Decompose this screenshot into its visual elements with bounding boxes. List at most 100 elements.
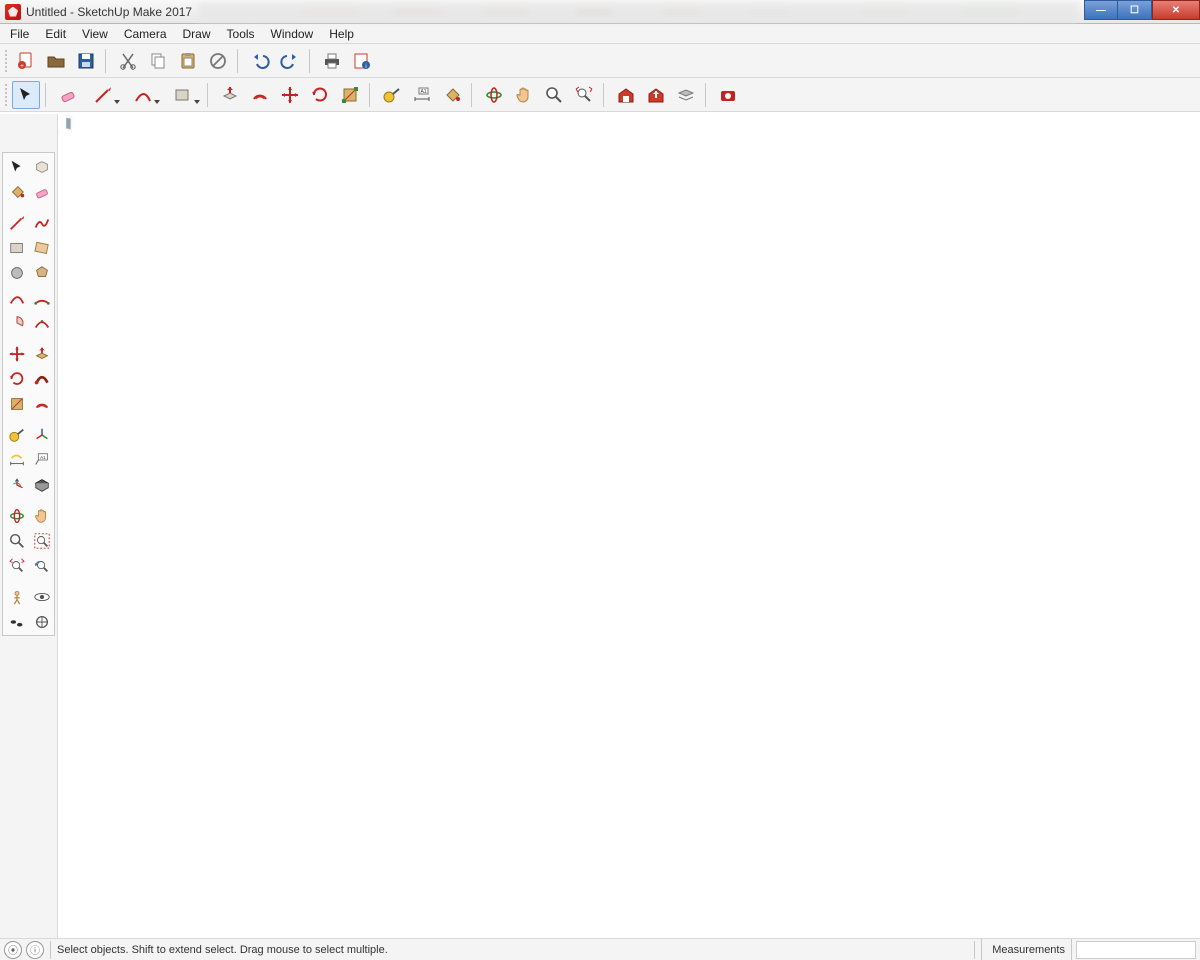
menu-view[interactable]: View: [74, 26, 116, 42]
scale-tool-button[interactable]: [4, 391, 29, 416]
push-pull-tool-button[interactable]: [29, 341, 54, 366]
pie-tool-button[interactable]: [4, 310, 29, 335]
paste-button[interactable]: [174, 47, 202, 75]
minimize-button[interactable]: —: [1084, 0, 1118, 20]
model-viewport[interactable]: [58, 114, 1200, 938]
previous-view-button[interactable]: [29, 553, 54, 578]
menu-window[interactable]: Window: [263, 26, 322, 42]
dimension-tool-button[interactable]: A1: [408, 81, 436, 109]
offset-tool-button[interactable]: [29, 391, 54, 416]
orbit-tool-button[interactable]: [480, 81, 508, 109]
warehouse-get-button[interactable]: [612, 81, 640, 109]
window-title: Untitled - SketchUp Make 2017: [26, 5, 192, 19]
zoom-window-tool-button[interactable]: [29, 528, 54, 553]
line-tool-button[interactable]: [84, 81, 122, 109]
separator: [471, 83, 477, 107]
text-tool-button[interactable]: A1: [29, 447, 54, 472]
shape-tool-button[interactable]: [164, 81, 202, 109]
rotate-tool-button[interactable]: [4, 366, 29, 391]
zoom-extents-tool-button[interactable]: [570, 81, 598, 109]
follow-me-tool-button[interactable]: [29, 366, 54, 391]
open-file-button[interactable]: [42, 47, 70, 75]
walk-tool-button[interactable]: [4, 609, 29, 634]
redo-button[interactable]: [276, 47, 304, 75]
cut-button[interactable]: [114, 47, 142, 75]
position-camera-tool-button[interactable]: [4, 584, 29, 609]
dimension-tool-button[interactable]: [4, 447, 29, 472]
layers-button[interactable]: [672, 81, 700, 109]
menu-file[interactable]: File: [2, 26, 37, 42]
warehouse-share-button[interactable]: [642, 81, 670, 109]
rotated-rectangle-tool-button[interactable]: [29, 235, 54, 260]
pan-tool-button[interactable]: [510, 81, 538, 109]
save-file-button[interactable]: [72, 47, 100, 75]
scale-tool-button[interactable]: [336, 81, 364, 109]
section-cuts-button[interactable]: [29, 609, 54, 634]
copy-button[interactable]: [144, 47, 172, 75]
print-button[interactable]: [318, 47, 346, 75]
zoom-tool-button[interactable]: [4, 528, 29, 553]
separator: [974, 941, 975, 959]
zoom-tool-button[interactable]: [540, 81, 568, 109]
svg-text:+: +: [20, 63, 24, 70]
circle-tool-button[interactable]: [4, 260, 29, 285]
eraser-tool-button[interactable]: [29, 179, 54, 204]
rotate-tool-button[interactable]: [306, 81, 334, 109]
menu-tools[interactable]: Tools: [219, 26, 263, 42]
new-file-button[interactable]: +: [12, 47, 40, 75]
model-info-button[interactable]: i: [348, 47, 376, 75]
toolbar-grip[interactable]: [4, 83, 9, 107]
freehand-tool-button[interactable]: [29, 210, 54, 235]
polygon-tool-button[interactable]: [29, 260, 54, 285]
separator: [603, 83, 609, 107]
tape-measure-tool-button[interactable]: [4, 422, 29, 447]
background-tabs-blur: [198, 2, 1078, 22]
delete-button[interactable]: [204, 47, 232, 75]
menu-edit[interactable]: Edit: [37, 26, 74, 42]
arc-tool-button[interactable]: [124, 81, 162, 109]
arc-tool-button[interactable]: [4, 285, 29, 310]
orbit-tool-button[interactable]: [4, 503, 29, 528]
separator: [105, 49, 111, 73]
paint-bucket-tool-button[interactable]: [438, 81, 466, 109]
titlebar: Untitled - SketchUp Make 2017 — ☐ ✕: [0, 0, 1200, 24]
select-tool-button[interactable]: [12, 81, 40, 109]
three-point-arc-tool-button[interactable]: [29, 310, 54, 335]
statusbar: ⦿ ⓘ Select objects. Shift to extend sele…: [0, 938, 1200, 960]
look-around-tool-button[interactable]: [29, 584, 54, 609]
axes-tool-button[interactable]: [29, 422, 54, 447]
credits-icon[interactable]: ⓘ: [26, 941, 44, 959]
toolbar-grip[interactable]: [4, 49, 9, 73]
push-pull-tool-button[interactable]: [216, 81, 244, 109]
pan-tool-button[interactable]: [29, 503, 54, 528]
move-tool-button[interactable]: [4, 341, 29, 366]
make-component-button[interactable]: [29, 154, 54, 179]
extension-warehouse-button[interactable]: [714, 81, 742, 109]
offset-tool-button[interactable]: [246, 81, 274, 109]
select-tool-button[interactable]: [4, 154, 29, 179]
menu-draw[interactable]: Draw: [175, 26, 219, 42]
line-tool-button[interactable]: [4, 210, 29, 235]
close-button[interactable]: ✕: [1152, 0, 1200, 20]
measurements-input[interactable]: [1076, 941, 1196, 959]
paint-bucket-tool-button[interactable]: [4, 179, 29, 204]
eraser-tool-button[interactable]: [54, 81, 82, 109]
maximize-button[interactable]: ☐: [1118, 0, 1152, 20]
tape-measure-tool-button[interactable]: [378, 81, 406, 109]
move-tool-button[interactable]: [276, 81, 304, 109]
zoom-extents-tool-button[interactable]: [4, 553, 29, 578]
rectangle-tool-button[interactable]: [4, 235, 29, 260]
geo-location-icon[interactable]: ⦿: [4, 941, 22, 959]
menu-camera[interactable]: Camera: [116, 26, 175, 42]
large-toolset-toolbar: A1: [0, 78, 1200, 112]
tool-palette-grid: A1: [2, 152, 55, 636]
svg-text:A1: A1: [40, 455, 46, 460]
menubar: File Edit View Camera Draw Tools Window …: [0, 24, 1200, 44]
menu-help[interactable]: Help: [321, 26, 362, 42]
undo-button[interactable]: [246, 47, 274, 75]
protractor-tool-button[interactable]: [4, 472, 29, 497]
section-plane-tool-button[interactable]: [29, 472, 54, 497]
separator: [309, 49, 315, 73]
status-hint: Select objects. Shift to extend select. …: [57, 944, 388, 956]
two-point-arc-tool-button[interactable]: [29, 285, 54, 310]
